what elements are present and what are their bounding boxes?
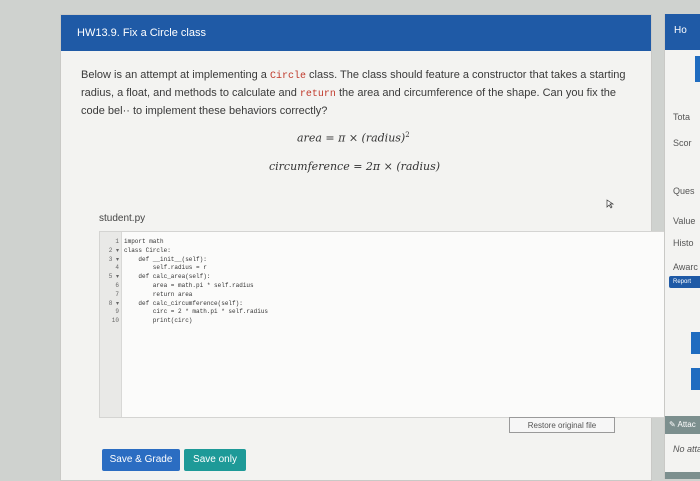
code-line[interactable]: 6 area = math.pi * self.radius xyxy=(100,281,674,290)
line-number: 7 xyxy=(115,290,119,298)
side-panel: Ho Tota Scor Ques Value Histo Awarc Repo… xyxy=(664,14,700,479)
code-line[interactable]: 1 import math xyxy=(100,237,674,246)
code-line[interactable]: 4 self.radius = r xyxy=(100,263,674,272)
attachments-header: ✎ Attac xyxy=(665,416,700,434)
code-return: return xyxy=(299,89,336,100)
code-line[interactable]: 3 ▾ def __init__(self): xyxy=(100,255,674,264)
code-text[interactable]: def __init__(self): xyxy=(124,255,206,264)
code-text[interactable]: def calc_area(self): xyxy=(124,272,210,281)
side-accent-bar xyxy=(695,56,700,82)
code-line[interactable]: 2 ▾ class Circle: xyxy=(100,246,674,255)
save-only-button[interactable]: Save only xyxy=(184,449,246,471)
line-number: 2 ▾ xyxy=(108,246,119,254)
report-button[interactable]: Report xyxy=(669,276,700,288)
formula-circumference: circumference = 2π × (radius) xyxy=(269,160,441,173)
line-number: 3 ▾ xyxy=(108,255,119,263)
side-score: Scor xyxy=(673,138,692,148)
code-text[interactable]: def calc_circumference(self): xyxy=(124,299,242,308)
question-title: HW13.9. Fix a Circle class xyxy=(61,15,651,51)
side-total: Tota xyxy=(673,112,691,122)
side-value: Value xyxy=(673,216,696,226)
code-text[interactable]: self.radius = r xyxy=(124,263,207,272)
code-line[interactable]: 10 print(circ) xyxy=(100,316,674,325)
code-text[interactable]: area = math.pi * self.radius xyxy=(124,281,254,290)
filename-label: student.py xyxy=(99,213,146,224)
line-number: 10 xyxy=(111,317,119,325)
line-number: 1 xyxy=(115,238,119,245)
paperclip-icon: ✎ xyxy=(669,420,676,429)
code-text[interactable]: print(circ) xyxy=(124,316,193,325)
side-button-2[interactable] xyxy=(691,368,700,390)
code-editor[interactable]: 1 import math 2 ▾ class Circle: 3 ▾ def __in… xyxy=(99,231,675,418)
code-text[interactable]: import math xyxy=(124,237,164,246)
line-number: 5 ▾ xyxy=(108,273,119,281)
line-number: 8 ▾ xyxy=(108,299,119,307)
attach-file-button[interactable] xyxy=(665,472,700,479)
code-line[interactable]: 7 return area xyxy=(100,290,674,299)
line-number: 9 xyxy=(115,308,119,316)
side-header: Ho xyxy=(665,14,700,50)
formula-area: area = π × (radius)2 xyxy=(297,131,410,145)
save-grade-button[interactable]: Save & Grade xyxy=(102,449,180,471)
line-number: 6 xyxy=(115,282,119,289)
no-attachments-text: No attac xyxy=(673,444,700,454)
code-text[interactable]: class Circle: xyxy=(124,246,171,255)
side-question: Ques xyxy=(673,186,695,196)
code-circle: Circle xyxy=(269,71,306,82)
restore-original-button[interactable]: Restore original file xyxy=(509,417,615,433)
mouse-cursor-icon xyxy=(606,199,615,209)
code-line[interactable]: 5 ▾ def calc_area(self): xyxy=(100,272,674,281)
side-history: Histo xyxy=(673,238,694,248)
question-panel: HW13.9. Fix a Circle class Below is an a… xyxy=(60,14,675,481)
line-number: 4 xyxy=(115,264,119,272)
code-line[interactable]: 8 ▾ def calc_circumference(self): xyxy=(100,299,674,308)
code-text[interactable]: return area xyxy=(124,290,193,299)
side-button-1[interactable] xyxy=(691,332,700,354)
code-text[interactable]: circ = 2 * math.pi * self.radius xyxy=(124,307,268,316)
code-line[interactable]: 9 circ = 2 * math.pi * self.radius xyxy=(100,307,674,316)
side-award: Awarc xyxy=(673,262,698,272)
problem-description: Below is an attempt at implementing a Ci… xyxy=(81,69,626,117)
